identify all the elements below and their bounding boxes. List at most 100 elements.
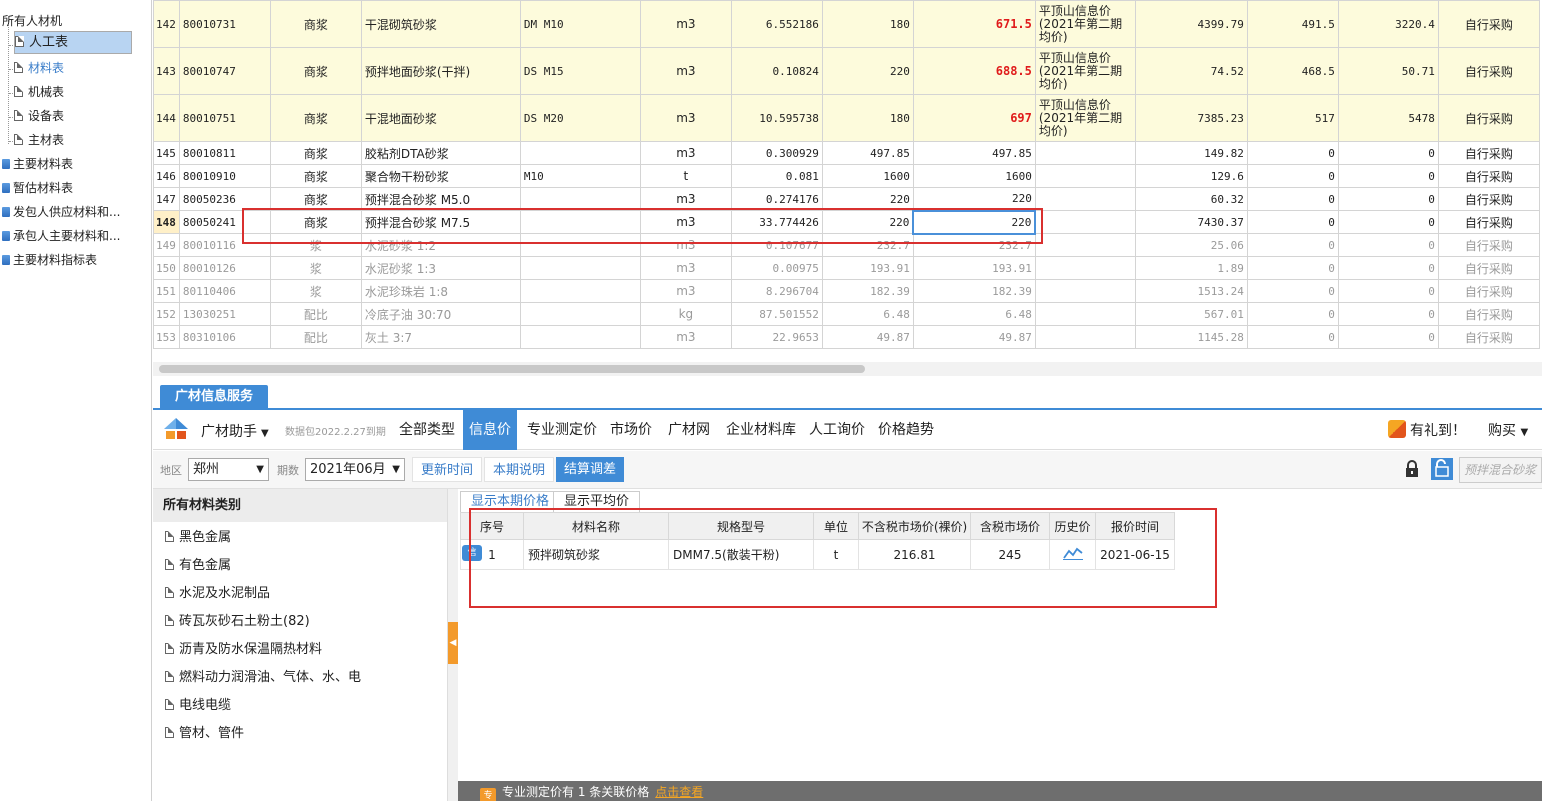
history-price-cell[interactable] (1049, 539, 1096, 570)
tree-group-main-materials[interactable]: 主要材料表 (2, 153, 73, 175)
price-source[interactable] (1034, 187, 1136, 211)
horizontal-scrollbar[interactable] (153, 362, 1542, 376)
budget-price[interactable]: 1600 (821, 164, 914, 188)
material-unit[interactable]: m3 (639, 256, 732, 280)
category-item[interactable]: 电线电缆 (153, 692, 447, 720)
material-unit[interactable]: m3 (639, 47, 732, 95)
category-item[interactable]: 黑色金属 (153, 524, 447, 552)
tab-professional-price[interactable]: 专业测定价 (521, 410, 603, 450)
market-price[interactable]: 220 (912, 209, 1037, 235)
material-code[interactable]: 80050241 (178, 210, 271, 234)
diff-total[interactable]: 0 (1337, 164, 1439, 188)
assistant-dropdown[interactable]: 广材助手 ▼ (201, 421, 269, 441)
material-unit[interactable]: t (639, 164, 732, 188)
price-source[interactable]: 平顶山信息价(2021年第二期均价) (1034, 0, 1136, 48)
material-code[interactable]: 80010811 (178, 141, 271, 165)
supply-mode[interactable]: 自行采购 (1437, 233, 1540, 257)
category-item[interactable]: 沥青及防水保温隔热材料 (153, 636, 447, 664)
total-amount[interactable]: 74.52 (1134, 47, 1248, 95)
total-amount[interactable]: 7385.23 (1134, 94, 1248, 142)
tree-item-materials[interactable]: 材料表 (14, 57, 64, 79)
row-number[interactable]: 150 (153, 256, 180, 280)
material-code[interactable]: 80010910 (178, 164, 271, 188)
material-code[interactable]: 80110406 (178, 279, 271, 303)
tab-enterprise-library[interactable]: 企业材料库 (720, 410, 802, 450)
market-price[interactable]: 697 (912, 94, 1036, 142)
diff-total[interactable]: 0 (1337, 279, 1439, 303)
material-type[interactable]: 商浆 (269, 94, 362, 142)
material-name[interactable]: 胶粘剂DTA砂浆 (360, 141, 521, 165)
price-diff[interactable]: 468.5 (1246, 47, 1339, 95)
diff-total[interactable]: 0 (1337, 210, 1439, 234)
total-amount[interactable]: 129.6 (1134, 164, 1248, 188)
material-spec[interactable] (519, 279, 641, 303)
quantity[interactable]: 0.00975 (730, 256, 823, 280)
market-price[interactable]: 193.91 (912, 256, 1036, 280)
period-description-button[interactable]: 本期说明 (484, 457, 555, 482)
material-code[interactable]: 80050236 (178, 187, 271, 211)
price-source[interactable] (1034, 233, 1136, 257)
material-code[interactable]: 80310106 (178, 325, 271, 349)
total-amount[interactable]: 1.89 (1134, 256, 1248, 280)
budget-price[interactable]: 497.85 (821, 141, 914, 165)
table-row[interactable]: 1 预拌砌筑砂浆 DMM7.5(散装干粉) t 216.81 245 2021-… (460, 539, 1175, 570)
quantity[interactable]: 0.081 (730, 164, 823, 188)
category-item[interactable]: 砖瓦灰砂石土粉土(82) (153, 608, 447, 636)
material-spec[interactable] (519, 210, 641, 234)
material-spec[interactable]: DS M20 (519, 94, 641, 142)
supply-mode[interactable]: 自行采购 (1437, 302, 1540, 326)
diff-total[interactable]: 0 (1337, 256, 1439, 280)
material-name[interactable]: 干混地面砂浆 (360, 94, 521, 142)
material-unit[interactable]: m3 (639, 94, 732, 142)
tab-market-price[interactable]: 市场价 (604, 410, 658, 450)
material-code[interactable]: 80010747 (178, 47, 271, 95)
material-name[interactable]: 预拌混合砂浆 M5.0 (360, 187, 521, 211)
total-amount[interactable]: 567.01 (1134, 302, 1248, 326)
market-price[interactable]: 1600 (912, 164, 1036, 188)
diff-total[interactable]: 5478 (1337, 94, 1439, 142)
row-number[interactable]: 149 (153, 233, 180, 257)
material-type[interactable]: 商浆 (269, 210, 362, 234)
material-code[interactable]: 80010126 (178, 256, 271, 280)
diff-total[interactable]: 3220.4 (1337, 0, 1439, 48)
quantity[interactable]: 87.501552 (730, 302, 823, 326)
total-amount[interactable]: 60.32 (1134, 187, 1248, 211)
material-unit[interactable]: m3 (639, 210, 732, 234)
row-number[interactable]: 146 (153, 164, 180, 188)
tab-average-price[interactable]: 显示平均价 (553, 491, 641, 512)
quantity[interactable]: 0.107677 (730, 233, 823, 257)
price-source[interactable]: 平顶山信息价(2021年第二期均价) (1034, 94, 1136, 142)
price-source[interactable] (1034, 210, 1136, 234)
quantity[interactable]: 8.296704 (730, 279, 823, 303)
table-row[interactable]: 142 80010731 商浆 干混砌筑砂浆 DM M10 m3 6.552186 180 67… (153, 0, 1540, 48)
tab-all-types[interactable]: 全部类型 (393, 410, 461, 450)
diff-total[interactable]: 0 (1337, 187, 1439, 211)
tab-current-price[interactable]: 显示本期价格 (460, 491, 561, 512)
material-name[interactable]: 灰土 3:7 (360, 325, 521, 349)
category-item[interactable]: 水泥及水泥制品 (153, 580, 447, 608)
material-name[interactable]: 预拌地面砂浆(干拌) (360, 47, 521, 95)
category-item[interactable]: 有色金属 (153, 552, 447, 580)
budget-price[interactable]: 220 (821, 210, 914, 234)
material-unit[interactable]: m3 (639, 141, 732, 165)
table-row[interactable]: 153 80310106 配比 灰土 3:7 m3 22.9653 49.87 49.87 11… (153, 325, 1540, 349)
price-diff[interactable]: 0 (1246, 187, 1339, 211)
budget-price[interactable]: 180 (821, 94, 914, 142)
total-amount[interactable]: 7430.37 (1134, 210, 1248, 234)
material-type[interactable]: 配比 (269, 302, 362, 326)
table-row[interactable]: 143 80010747 商浆 预拌地面砂浆(干拌) DS M15 m3 0.10824 22… (153, 47, 1540, 95)
period-select[interactable]: 2021年06月 ▼ (305, 458, 405, 481)
price-diff[interactable]: 0 (1246, 279, 1339, 303)
supply-mode[interactable]: 自行采购 (1437, 187, 1540, 211)
price-source[interactable]: 平顶山信息价(2021年第二期均价) (1034, 47, 1136, 95)
table-row[interactable]: 145 80010811 商浆 胶粘剂DTA砂浆 m3 0.300929 497.85 497… (153, 141, 1540, 165)
row-number[interactable]: 145 (153, 141, 180, 165)
diff-total[interactable]: 0 (1337, 233, 1439, 257)
total-amount[interactable]: 149.82 (1134, 141, 1248, 165)
material-spec[interactable]: M10 (519, 164, 641, 188)
budget-price[interactable]: 193.91 (821, 256, 914, 280)
material-unit[interactable]: m3 (639, 0, 732, 48)
table-row[interactable]: 148 80050241 商浆 预拌混合砂浆 M7.5 m3 33.774426 220 22… (153, 209, 1540, 235)
settlement-adjust-button[interactable]: 结算调差 (556, 457, 625, 482)
table-row[interactable]: 151 80110406 浆水泥珍珠岩 1:8 m3 8.296704 182.39 182… (153, 279, 1540, 303)
